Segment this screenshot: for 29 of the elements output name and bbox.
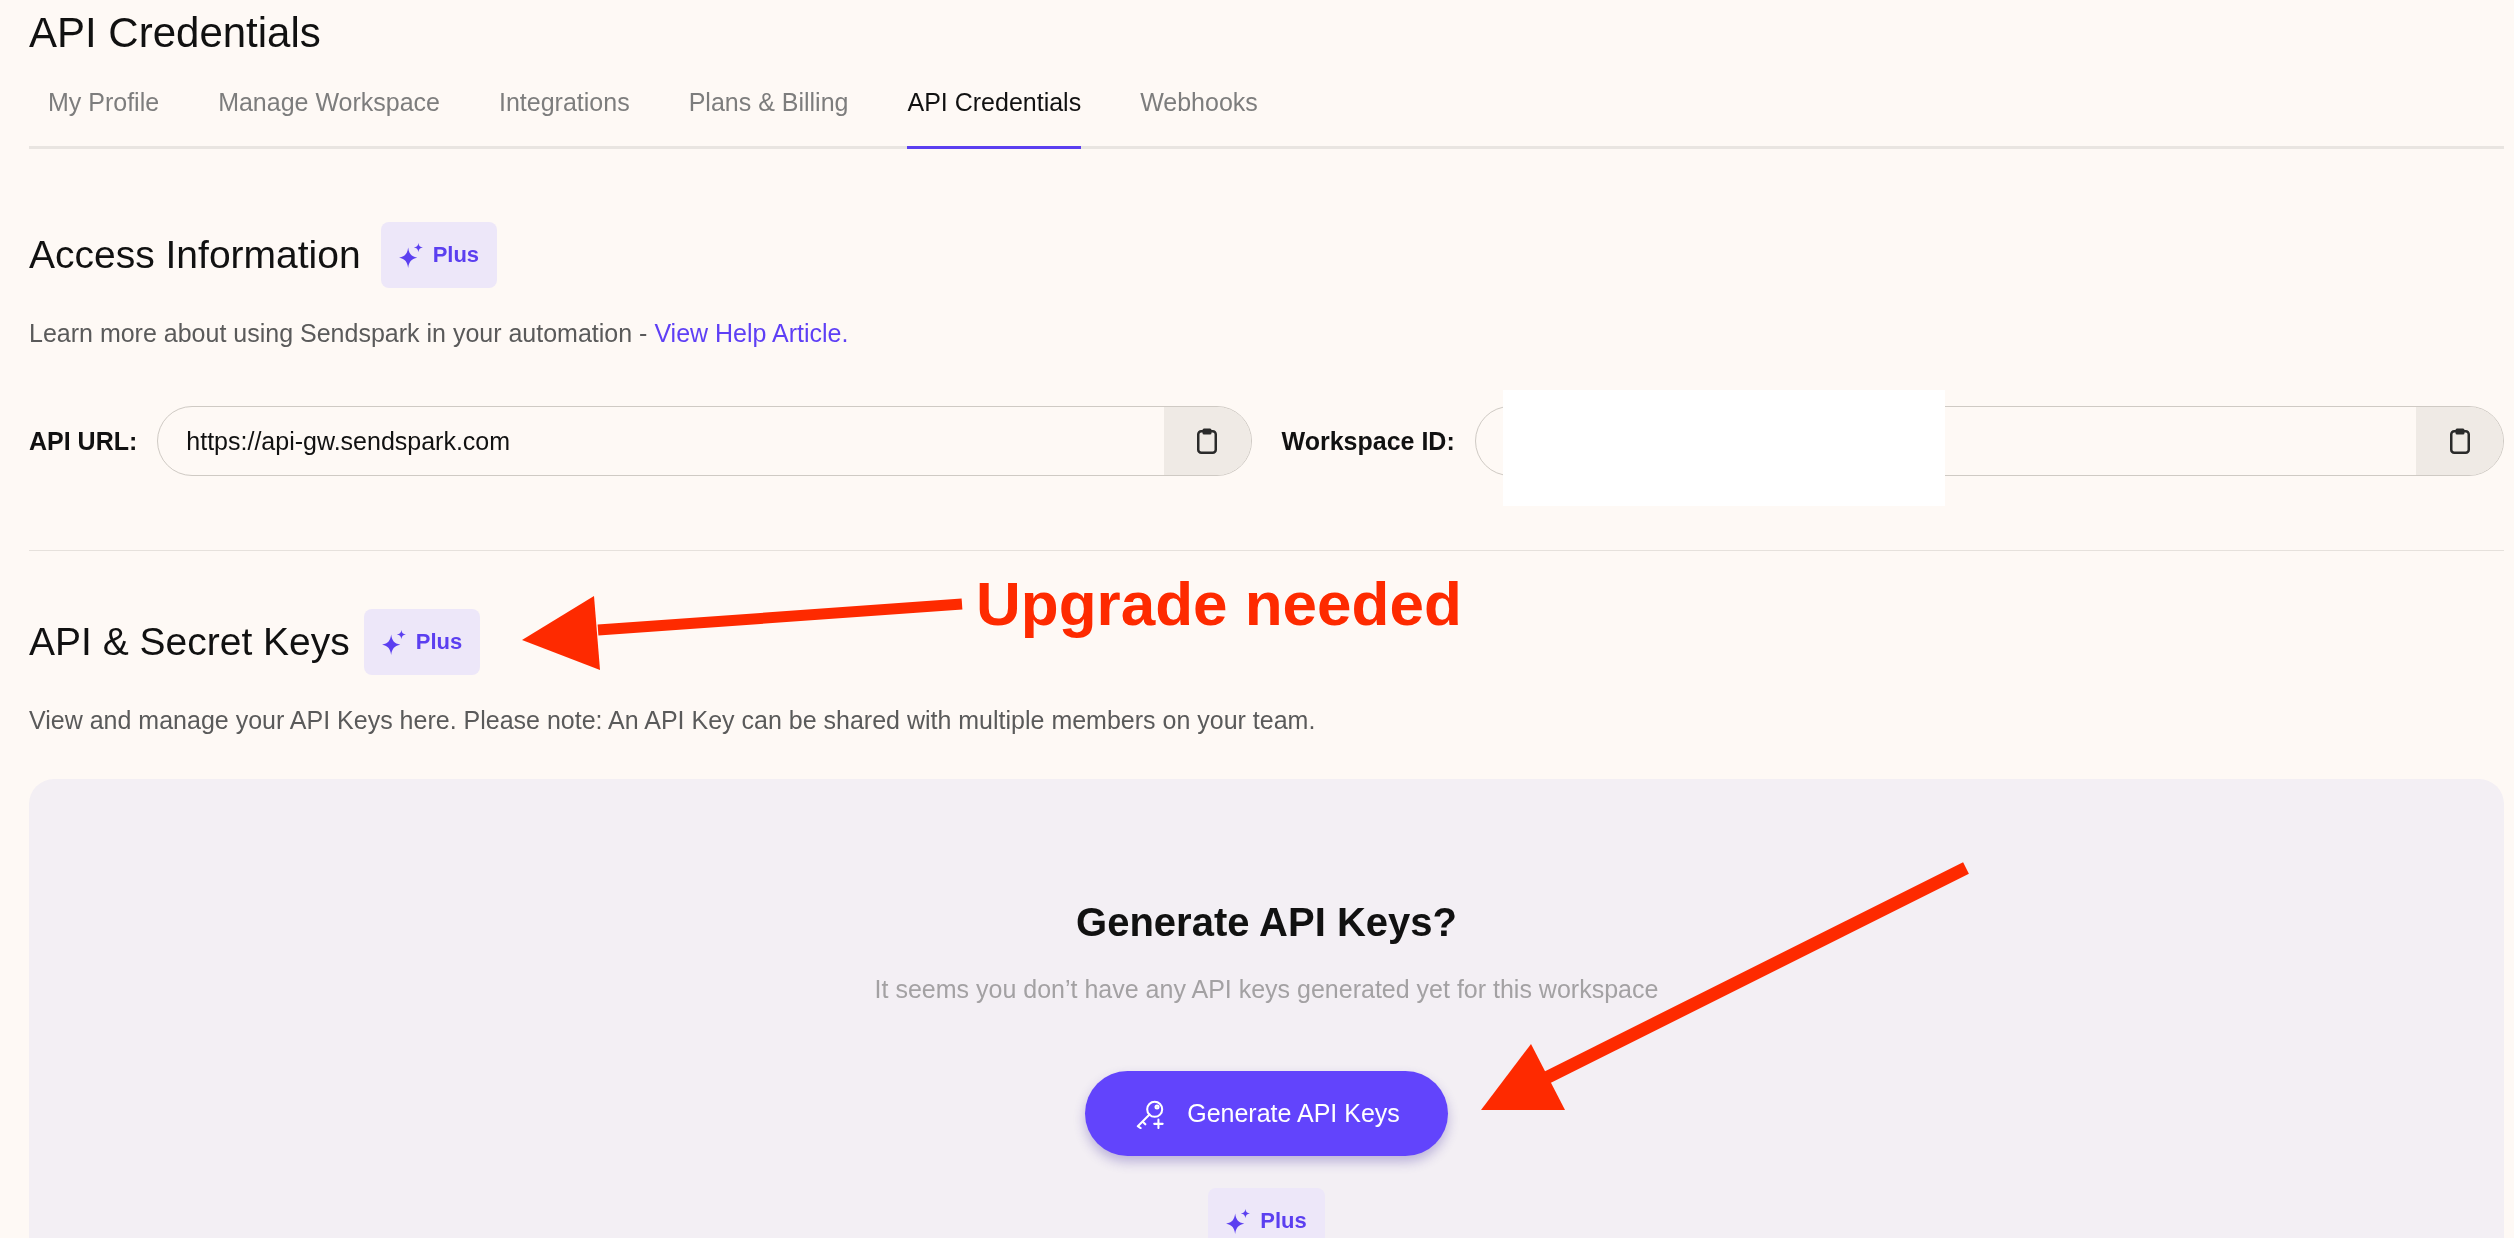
section-description: View and manage your API Keys here. Please note: An API Key can be shared with multiple members on your team. xyxy=(29,705,1317,736)
section-heading: Access Information xyxy=(29,232,361,278)
plan-label: Plus xyxy=(415,629,463,655)
empty-state-message: It seems you don’t have any API keys generated yet for this workspace xyxy=(874,974,1659,1004)
settings-tab[interactable]: Integrations xyxy=(499,74,630,149)
clipboard-icon xyxy=(2449,428,2470,454)
copy-button[interactable] xyxy=(1163,407,1251,475)
key-plus-icon xyxy=(1135,1098,1166,1129)
generate-keys-button[interactable]: Generate API Keys xyxy=(1085,1071,1448,1156)
field-label: API URL: xyxy=(29,426,138,456)
clipboard-icon xyxy=(1197,428,1217,454)
settings-tab[interactable]: My Profile xyxy=(48,74,160,149)
empty-state-title: Generate API Keys? xyxy=(1076,899,1457,946)
settings-tab[interactable]: Manage Workspace xyxy=(218,74,440,149)
plan-label: Plus xyxy=(1260,1208,1307,1234)
settings-tab[interactable]: API Credentials xyxy=(907,74,1082,149)
sparkle-icon xyxy=(1226,1208,1251,1234)
sparkle-icon xyxy=(398,242,423,268)
sparkle-icon xyxy=(381,629,406,655)
settings-tab[interactable]: Plans & Billing xyxy=(688,74,849,149)
field-label: Workspace ID: xyxy=(1281,426,1455,456)
help-article-link[interactable]: View Help Article. xyxy=(654,319,849,347)
settings-tab[interactable]: Webhooks xyxy=(1140,74,1258,149)
plan-label: Plus xyxy=(432,242,480,268)
section-heading: API & Secret Keys xyxy=(29,619,350,665)
text-field[interactable]: https://api-gw.sendspark.com xyxy=(157,406,1252,476)
section-description: Learn more about using Sendspark in your automation - View Help Article. xyxy=(29,318,850,349)
page-title: API Credentials xyxy=(29,8,322,58)
copy-button[interactable] xyxy=(2416,407,2503,475)
